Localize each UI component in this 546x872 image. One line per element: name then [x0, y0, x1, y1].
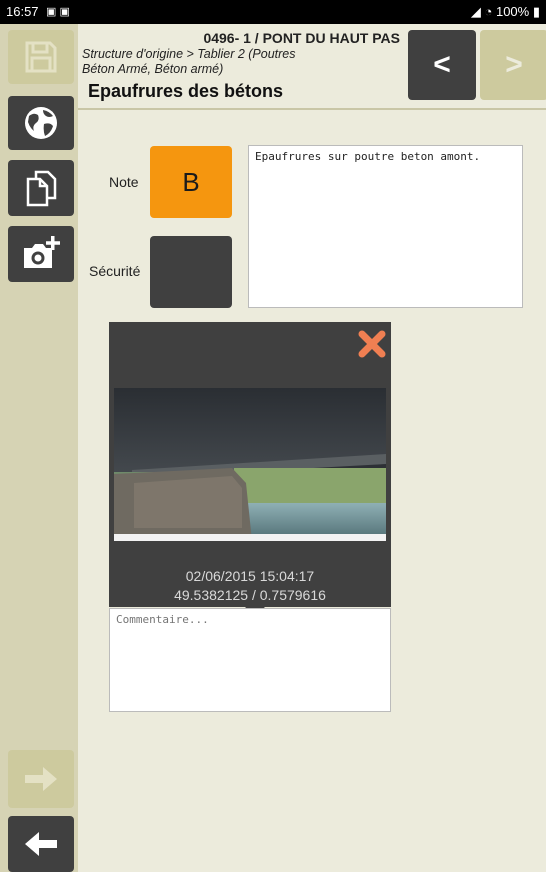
copy-button[interactable]: [8, 160, 74, 216]
photo-image[interactable]: [114, 388, 386, 541]
comment-field[interactable]: [109, 608, 391, 712]
photo-card: 02/06/2015 15:04:17 49.5382125 / 0.75796…: [109, 322, 391, 607]
delete-photo-icon[interactable]: [357, 329, 387, 359]
description-field[interactable]: Epaufrures sur poutre beton amont.: [248, 145, 523, 308]
battery-icon: ▮: [532, 4, 540, 19]
previous-label: <: [433, 48, 451, 81]
note-value: B: [182, 166, 200, 197]
save-button[interactable]: [8, 30, 74, 84]
status-time: 16:57: [6, 4, 39, 19]
photo-date: 02/06/2015 15:04:17: [185, 568, 315, 584]
copy-icon: [26, 170, 57, 207]
status-right: ◢ ◔ 100% ▮: [471, 0, 540, 24]
arrow-left-icon: [25, 832, 57, 856]
sidebar: [0, 24, 78, 872]
page-title: Epaufrures des bétons: [88, 81, 284, 101]
back-button[interactable]: [8, 816, 74, 872]
add-photo-icon: [24, 236, 60, 268]
next-step-button[interactable]: [8, 750, 74, 808]
map-button[interactable]: [8, 96, 74, 150]
note-label: Note: [109, 174, 139, 190]
globe-icon: [25, 107, 57, 139]
breadcrumb: Structure d'origine > Tablier 2 (Poutres…: [82, 47, 296, 76]
securite-selector[interactable]: [150, 236, 232, 308]
notification-icons: ▣ ▣: [46, 6, 70, 18]
next-label: >: [505, 48, 523, 81]
add-photo-button[interactable]: [8, 226, 74, 282]
next-button[interactable]: >: [480, 30, 546, 100]
header: 0496- 1 / PONT DU HAUT PAS Structure d'o…: [78, 24, 546, 110]
securite-label: Sécurité: [89, 263, 141, 279]
save-icon: [25, 41, 57, 73]
previous-button[interactable]: <: [408, 30, 476, 100]
photo-coordinates: 49.5382125 / 0.7579616: [174, 587, 326, 603]
status-bar: 16:57 ▣ ▣ ◢ ◔ 100% ▮: [0, 0, 546, 24]
note-selector[interactable]: B: [150, 146, 232, 218]
battery-level: 100%: [495, 4, 530, 19]
signal-icon: ◢ ◔: [470, 4, 493, 19]
arrow-right-icon: [25, 767, 57, 791]
structure-title: 0496- 1 / PONT DU HAUT PAS: [203, 30, 400, 46]
